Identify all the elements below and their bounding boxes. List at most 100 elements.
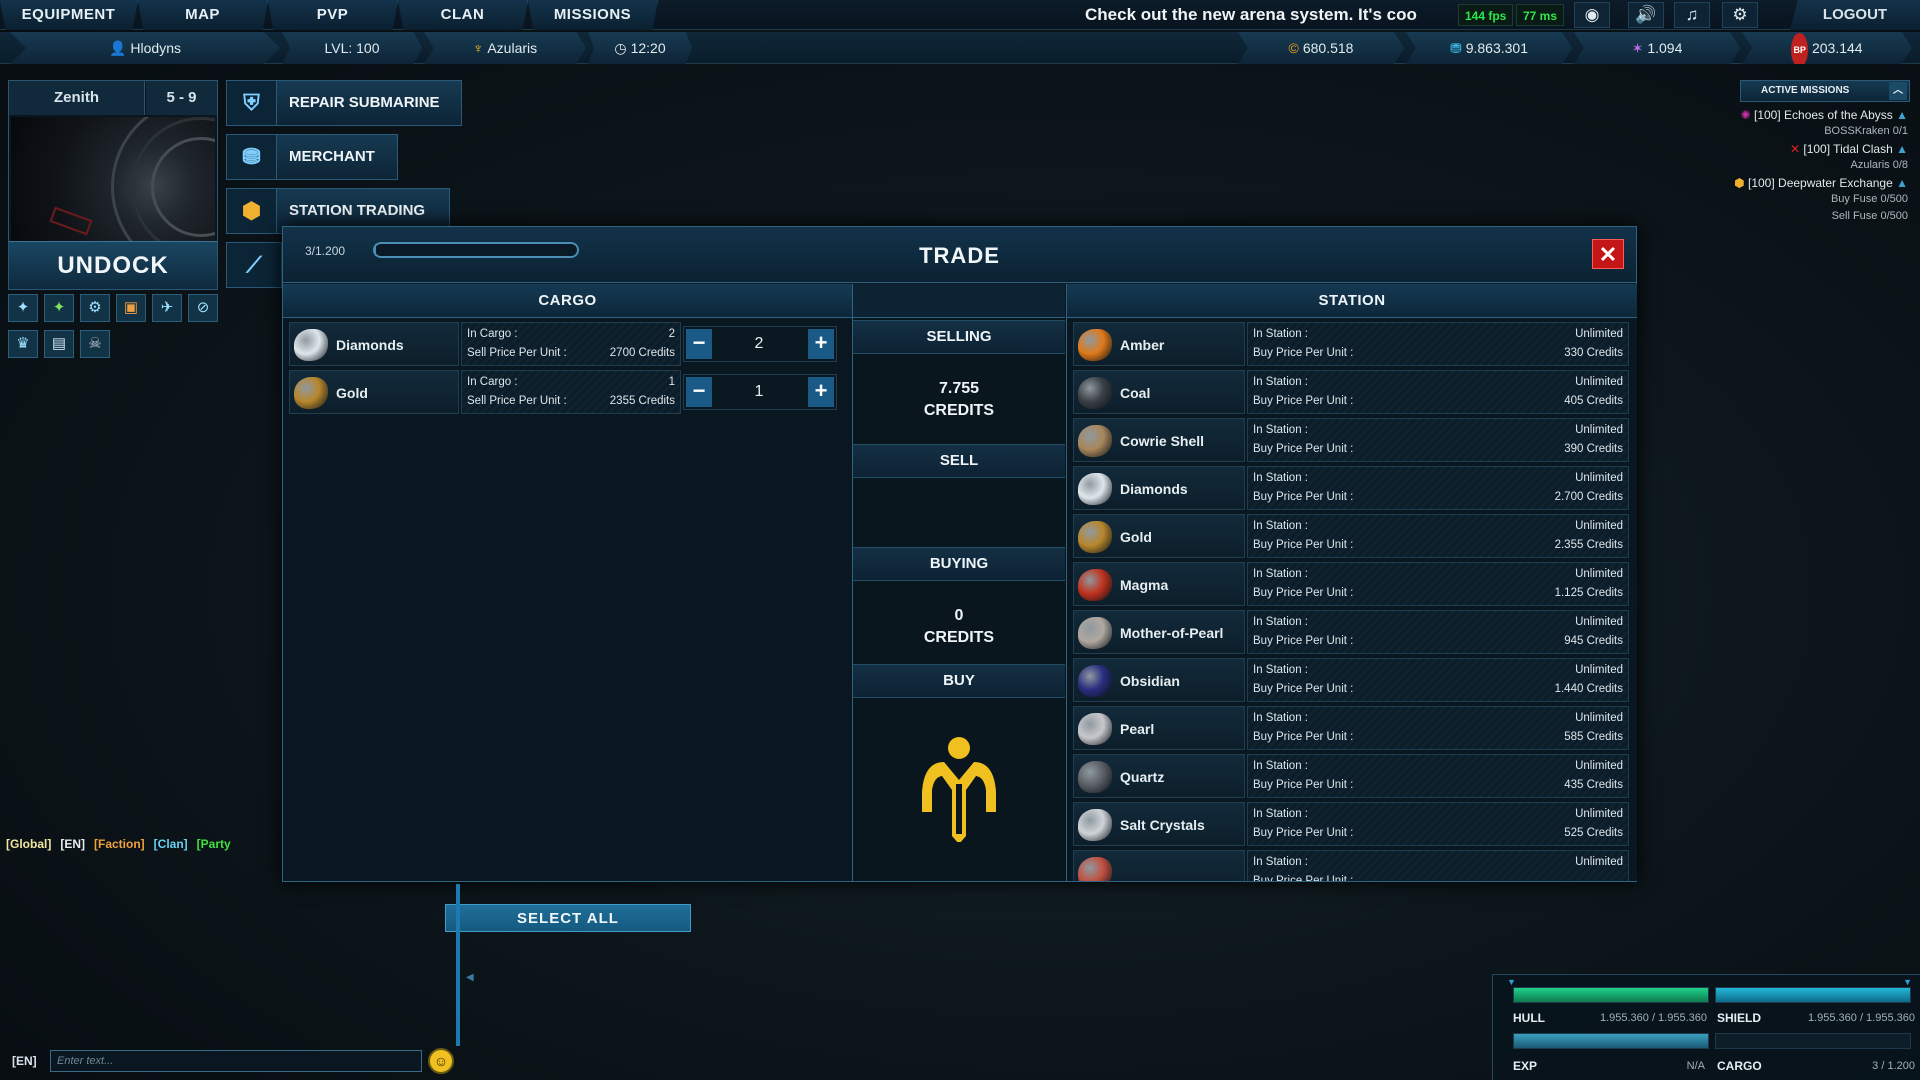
sell-price-value: 2355 Credits [609, 395, 675, 407]
nav-missions[interactable]: MISSIONS [528, 0, 658, 30]
station-item-name: Coal [1120, 385, 1151, 401]
chat-tab[interactable]: [Global] [6, 837, 51, 851]
expand-icon[interactable]: ▼ [1507, 977, 1516, 987]
collapse-icon[interactable]: ︿ [1889, 82, 1907, 100]
settings-icon[interactable]: ⚙ [1722, 2, 1758, 28]
chat-tab[interactable]: [Faction] [94, 837, 145, 851]
chat-language[interactable]: [EN] [12, 1054, 37, 1068]
logout-button[interactable]: LOGOUT [1790, 0, 1920, 30]
chat-divider[interactable] [456, 884, 460, 1046]
clock-icon: ◷ [614, 40, 627, 56]
nav-clan[interactable]: CLAN [398, 0, 528, 30]
station-item-info: In Station : Unlimited Buy Price Per Unit … [1247, 706, 1629, 750]
music-icon[interactable]: ♫ [1674, 2, 1710, 28]
select-all-button[interactable]: SELECT ALL [445, 904, 691, 932]
in-station-stock: Unlimited [1575, 664, 1623, 676]
station-item-icon [1078, 665, 1112, 697]
station-row[interactable]: Coal In Station : Unlimited Buy Price Per U… [1073, 370, 1629, 414]
extra-action-button[interactable]: ⟋ [226, 242, 282, 288]
cargo-row[interactable]: Gold In Cargo : 1 Sell Price Per Unit : 2355… [289, 370, 845, 414]
station-sector: 5 - 9 [146, 81, 217, 115]
collapse-chat-icon[interactable]: ◀ [466, 972, 474, 983]
repair-submarine-button[interactable]: ⛨ REPAIR SUBMARINE [226, 80, 462, 126]
station-row[interactable]: Pearl In Station : Unlimited Buy Price Per … [1073, 706, 1629, 750]
nav-equipment[interactable]: EQUIPMENT [0, 0, 138, 30]
station-item-cell: Amber [1073, 322, 1245, 366]
mission-title[interactable]: ⬢ [100] Deepwater Exchange ▲ [1734, 176, 1908, 190]
user-icon: 👤 [108, 40, 127, 56]
in-station-label: In Station : [1253, 328, 1308, 340]
bp-stat: BP 203.144 [1742, 32, 1912, 64]
decrease-button[interactable]: − [686, 377, 712, 407]
quantity-value[interactable]: 2 [714, 329, 804, 359]
station-item-cell: Diamonds [1073, 466, 1245, 510]
station-item-info: In Station : Unlimited Buy Price Per Unit … [1247, 418, 1629, 462]
merchant-button[interactable]: ⛃ MERCHANT [226, 134, 398, 180]
increase-button[interactable]: + [808, 377, 834, 407]
nav-map[interactable]: MAP [138, 0, 268, 30]
station-row[interactable]: Magma In Station : Unlimited Buy Price Per … [1073, 562, 1629, 606]
faction-emblem-icon [853, 732, 1065, 844]
station-row[interactable]: Amber In Station : Unlimited Buy Price Per … [1073, 322, 1629, 366]
chat-tab[interactable]: [Clan] [154, 837, 188, 851]
station-row[interactable]: Mother-of-Pearl In Station : Unlimited Buy … [1073, 610, 1629, 654]
crown-icon[interactable]: ♛ [8, 330, 38, 358]
in-station-label: In Station : [1253, 472, 1308, 484]
credits-value: 680.518 [1302, 40, 1354, 56]
chat-input[interactable]: Enter text... [50, 1050, 422, 1072]
cargo-row[interactable]: Diamonds In Cargo : 2 Sell Price Per Unit :… [289, 322, 845, 366]
buy-button[interactable]: BUY [853, 664, 1065, 698]
sell-button[interactable]: SELL [853, 444, 1065, 478]
quantity-value[interactable]: 1 [714, 377, 804, 407]
station-row[interactable]: Obsidian In Station : Unlimited Buy Price P… [1073, 658, 1629, 702]
compass-icon[interactable]: ⊘ [188, 294, 218, 322]
clipboard-icon[interactable]: ▤ [44, 330, 74, 358]
drone-icon[interactable]: ✈ [152, 294, 182, 322]
emoji-icon[interactable]: ☺ [428, 1048, 454, 1074]
station-row[interactable]: Salt Crystals In Station : Unlimited Buy Pr… [1073, 802, 1629, 846]
active-missions-header[interactable]: ACTIVE MISSIONS ︿ [1740, 80, 1910, 102]
skull-icon[interactable]: ☠ [80, 330, 110, 358]
station-item-info: In Station : Unlimited Buy Price Per Unit … [1247, 562, 1629, 606]
station-item-icon [1078, 425, 1112, 457]
chat-tab[interactable]: [Party [197, 837, 231, 851]
buy-price-value: 1.125 Credits [1554, 587, 1623, 599]
buy-price-value: 330 Credits [1564, 347, 1623, 359]
buy-price-value: 945 Credits [1564, 635, 1623, 647]
station-item-info: In Station : Unlimited Buy Price Per Unit … [1247, 322, 1629, 366]
station-row[interactable]: Cowrie Shell In Station : Unlimited Buy Pri… [1073, 418, 1629, 462]
mission-title[interactable]: ✕ [100] Tidal Clash ▲ [1790, 142, 1908, 156]
expand-icon[interactable]: ▼ [1903, 977, 1912, 987]
discord-icon[interactable]: ◉ [1574, 2, 1610, 28]
station-item-icon [1078, 377, 1112, 409]
chat-tab[interactable]: [EN] [60, 837, 85, 851]
gear-icon[interactable]: ⚙ [80, 294, 110, 322]
increase-button[interactable]: + [808, 329, 834, 359]
station-row[interactable]: Quartz In Station : Unlimited Buy Price Per… [1073, 754, 1629, 798]
selling-amount: 7.755 [938, 380, 980, 397]
mission-title[interactable]: ✺ [100] Echoes of the Abyss ▲ [1741, 108, 1908, 122]
station-row[interactable]: Gold In Station : Unlimited Buy Price Per U… [1073, 514, 1629, 558]
module-icon[interactable]: ▣ [116, 294, 146, 322]
station-row[interactable]: Diamonds In Station : Unlimited Buy Price P… [1073, 466, 1629, 510]
quantity-stepper[interactable]: −2 + [683, 326, 837, 362]
station-row[interactable]: In Station : Unlimited Buy Price Per Unit … [1073, 850, 1629, 881]
buying-label: BUYING [853, 547, 1065, 581]
station-item-icon [1078, 761, 1112, 793]
buy-price-label: Buy Price Per Unit : [1253, 635, 1354, 647]
station-item-name: Obsidian [1120, 673, 1180, 689]
crossed-swords-icon: ✕ [1789, 142, 1801, 156]
decrease-button[interactable]: − [686, 329, 712, 359]
exp-label: EXP [1513, 1059, 1538, 1073]
nav-pvp[interactable]: PVP [268, 0, 398, 30]
buy-price-value: 405 Credits [1564, 395, 1623, 407]
undock-button[interactable]: UNDOCK [9, 241, 217, 289]
close-button[interactable]: ✕ [1592, 239, 1624, 269]
in-station-label: In Station : [1253, 712, 1308, 724]
mission-progress: Buy Fuse 0/500 [1830, 193, 1908, 205]
skill-icon-1[interactable]: ✦ [8, 294, 38, 322]
cargo-label: CARGO [1717, 1059, 1762, 1073]
sound-icon[interactable]: 🔊 [1628, 2, 1664, 28]
quantity-stepper[interactable]: −1 + [683, 374, 837, 410]
skill-icon-2[interactable]: ✦ [44, 294, 74, 322]
